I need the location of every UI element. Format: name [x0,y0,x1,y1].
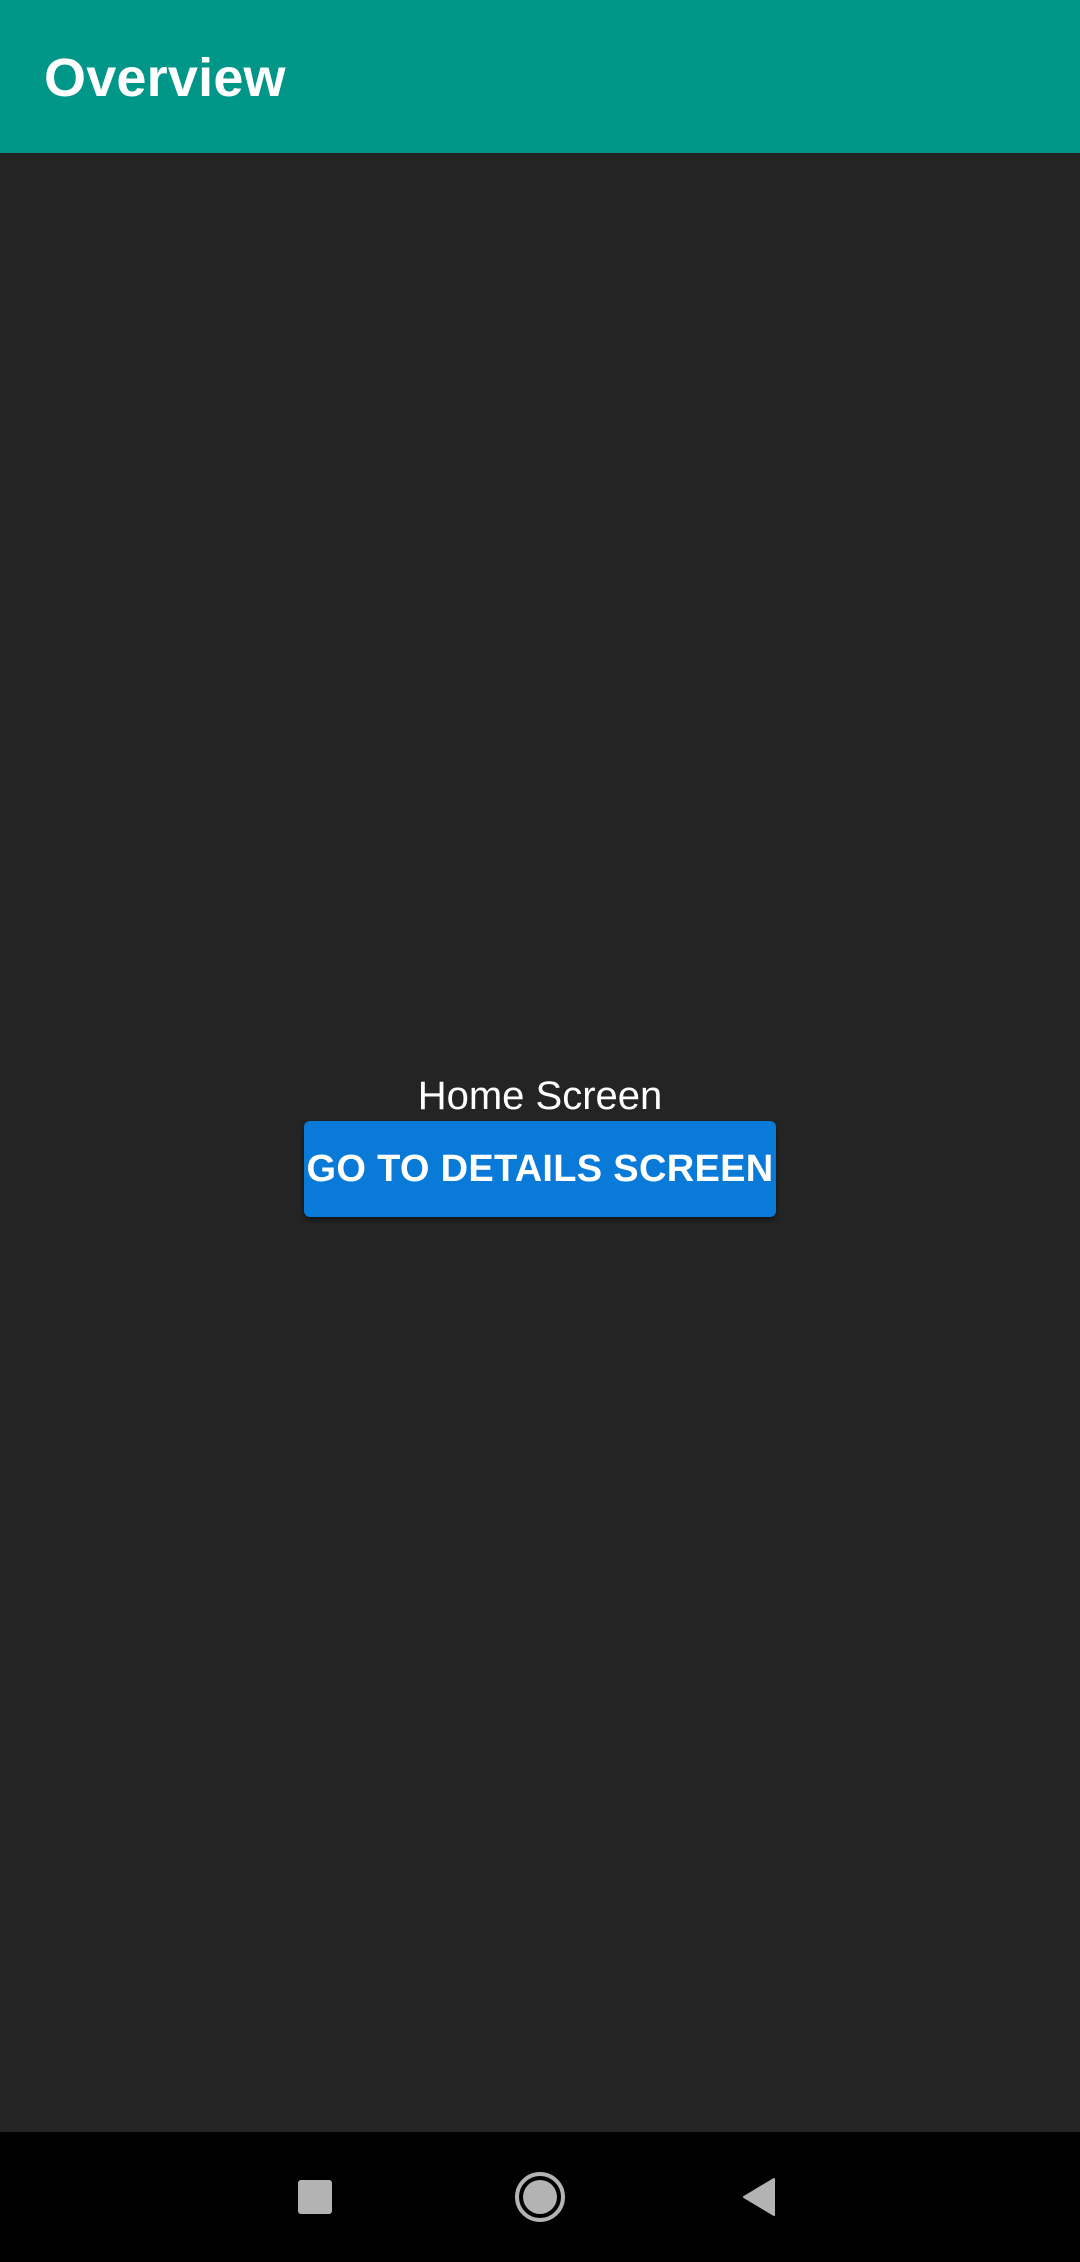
square-recents-icon [298,2180,332,2214]
recents-button[interactable] [255,2132,375,2262]
app-bar: Overview [0,0,1080,153]
system-navigation-bar [0,2132,1080,2262]
back-button[interactable] [700,2132,820,2262]
circle-home-icon [515,2172,565,2222]
home-button[interactable] [480,2132,600,2262]
triangle-back-icon [743,2178,775,2216]
app-screen: Overview Home Screen GO TO DETAILS SCREE… [0,0,1080,2262]
go-to-details-button[interactable]: GO TO DETAILS SCREEN [304,1121,776,1217]
circle-home-icon-inner [523,2180,557,2214]
home-screen-label: Home Screen [417,1074,663,1118]
app-title: Overview [44,48,286,108]
